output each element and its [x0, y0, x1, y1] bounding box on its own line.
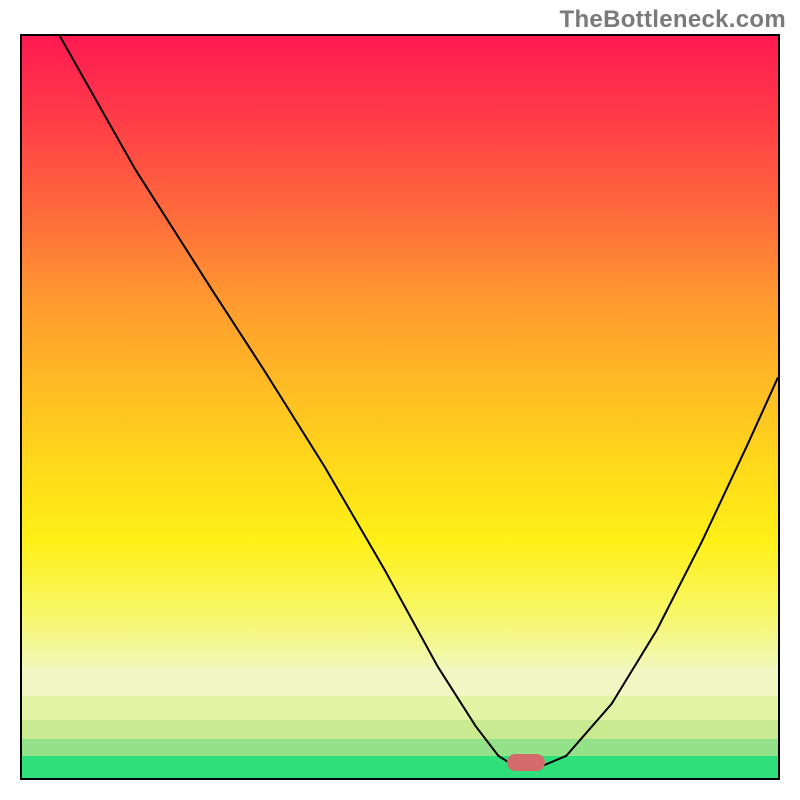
- chart-container: TheBottleneck.com: [0, 0, 800, 800]
- plot-frame: [20, 34, 780, 780]
- optimal-marker: [507, 754, 545, 770]
- curve-path: [60, 36, 778, 765]
- plot-background: [20, 34, 780, 780]
- watermark-text: TheBottleneck.com: [560, 6, 786, 34]
- bottleneck-curve: [22, 36, 778, 778]
